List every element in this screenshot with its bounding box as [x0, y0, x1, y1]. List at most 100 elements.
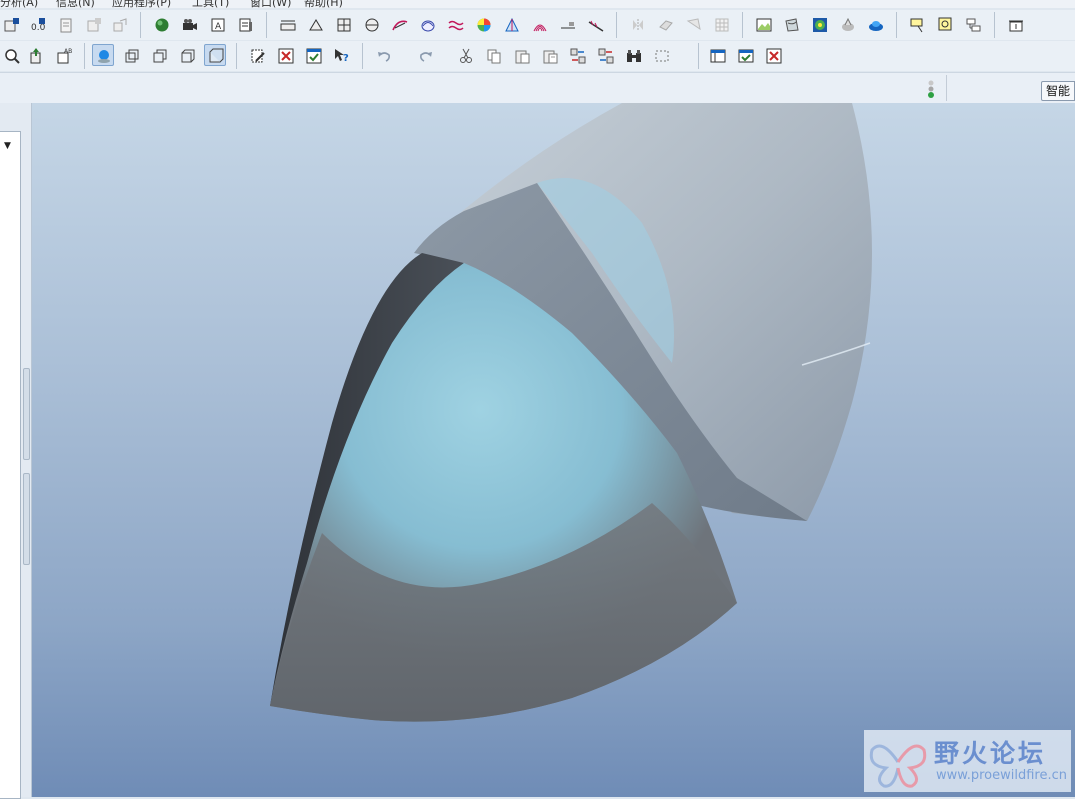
paste-icon	[515, 50, 530, 64]
regenerate-button[interactable]	[0, 13, 22, 35]
delete-button[interactable]	[274, 44, 296, 66]
status-strip: 智能	[0, 72, 1075, 104]
measure-diameter-button[interactable]	[360, 13, 382, 35]
shading-icon	[98, 50, 110, 63]
window-accept-button[interactable]	[734, 44, 756, 66]
measure-length-button[interactable]	[276, 13, 298, 35]
watermark-title: 野火论坛	[934, 739, 1047, 768]
animation-button[interactable]	[178, 13, 200, 35]
measure-area-button[interactable]	[332, 13, 354, 35]
model-properties-button[interactable]	[54, 13, 76, 35]
query-select-button[interactable]	[934, 13, 956, 35]
color-shade-icon	[477, 18, 491, 32]
wireframe-button[interactable]	[120, 44, 142, 66]
context-help-button[interactable]: ?	[330, 44, 352, 66]
close-window-icon	[766, 48, 782, 64]
model-tree-pane[interactable]	[0, 131, 21, 799]
undo-button[interactable]	[372, 44, 394, 66]
no-hidden-button[interactable]	[176, 44, 198, 66]
window-check-icon	[738, 49, 754, 63]
draft-analysis-button[interactable]	[500, 13, 522, 35]
measure-angle-button[interactable]	[304, 13, 326, 35]
undo-icon	[378, 52, 390, 62]
warp-button[interactable]	[808, 13, 830, 35]
saved-views-button[interactable]	[150, 13, 172, 35]
panel-sash-top[interactable]	[23, 368, 30, 460]
select-tree-button[interactable]	[962, 13, 984, 35]
paste-special-button[interactable]	[538, 44, 560, 66]
paste-button[interactable]	[510, 44, 532, 66]
offset-analysis-button[interactable]	[556, 13, 578, 35]
menu-tools[interactable]: 工具(T)	[192, 0, 229, 8]
forum-watermark: 野火论坛 www.proewildfire.cn	[864, 730, 1071, 792]
find-button[interactable]	[622, 44, 644, 66]
menu-applications[interactable]: 应用程序(P)	[112, 0, 171, 8]
mirror-button[interactable]	[626, 13, 648, 35]
shading-button[interactable]	[92, 44, 114, 66]
reflection-button[interactable]	[444, 13, 466, 35]
measure-area-icon	[337, 18, 351, 32]
menu-info[interactable]: 信息(N)	[56, 0, 95, 8]
curve-analysis-icon	[392, 20, 408, 31]
deviation-icon	[588, 20, 604, 32]
zoom-button[interactable]	[0, 44, 22, 66]
hidden-line-button[interactable]	[148, 44, 170, 66]
menu-window[interactable]: 窗口(W)	[250, 0, 291, 8]
deviation-button[interactable]	[584, 13, 606, 35]
insert-mode-button[interactable]	[594, 44, 616, 66]
annotation-button[interactable]: A	[206, 13, 228, 35]
display-list-button[interactable]	[234, 13, 256, 35]
pattern-button[interactable]	[710, 13, 732, 35]
relations-button[interactable]	[82, 13, 104, 35]
butterfly-logo-icon	[869, 744, 927, 788]
insert-mode-icon	[598, 48, 614, 64]
restyle-button[interactable]	[864, 13, 886, 35]
edit-definition-button[interactable]	[246, 44, 268, 66]
orient-icon: AB	[57, 48, 72, 64]
selection-box-button[interactable]	[650, 44, 672, 66]
select-filter-button[interactable]	[906, 13, 928, 35]
menu-help[interactable]: 帮助(H)	[304, 0, 343, 8]
copy-geometry-button[interactable]	[654, 13, 676, 35]
close-window-button[interactable]	[762, 44, 784, 66]
draft-icon	[505, 17, 519, 32]
warp-icon	[813, 18, 827, 32]
regen-manager-button[interactable]: 0.0	[26, 13, 48, 35]
measure-angle-icon	[309, 19, 323, 31]
watermark-url: www.proewildfire.cn	[936, 768, 1067, 783]
chevron-down-icon[interactable]: ▼	[4, 141, 11, 151]
selection-box-icon	[655, 50, 669, 62]
cut-button[interactable]	[454, 44, 476, 66]
svg-text:A: A	[215, 22, 222, 32]
boundary-blend-button[interactable]	[780, 13, 802, 35]
offset-icon	[561, 22, 575, 29]
style-button[interactable]	[752, 13, 774, 35]
help-icon: ?	[335, 49, 349, 64]
accept-button[interactable]	[302, 44, 324, 66]
redo-button[interactable]	[414, 44, 436, 66]
menu-bar: 分析(A) 信息(N) 应用程序(P) 工具(T) 窗口(W) 帮助(H)	[0, 0, 1075, 8]
graphics-viewport[interactable]	[32, 103, 1075, 797]
measure-length-icon	[280, 20, 296, 31]
curvature-button[interactable]	[416, 13, 438, 35]
reorder-button[interactable]	[566, 44, 588, 66]
dihedral-button[interactable]	[528, 13, 550, 35]
curve-analysis-button[interactable]	[388, 13, 410, 35]
parameters-icon	[113, 18, 127, 32]
menu-analysis[interactable]: 分析(A)	[0, 0, 38, 8]
sculpt-icon	[842, 17, 854, 31]
sculpt-button[interactable]	[836, 13, 858, 35]
smart-filter-select[interactable]: 智能	[1040, 81, 1075, 101]
copy-button[interactable]	[482, 44, 504, 66]
query-select-icon	[938, 17, 952, 31]
parameters-button[interactable]	[108, 13, 130, 35]
orient-mode-button[interactable]: AB	[52, 44, 74, 66]
activate-window-button[interactable]	[706, 44, 728, 66]
spin-center-button[interactable]	[24, 44, 46, 66]
panel-sash-bottom[interactable]	[23, 473, 30, 565]
sketch-button[interactable]	[1004, 13, 1026, 35]
shade-curvature-button[interactable]	[472, 13, 494, 35]
magnifier-icon	[5, 49, 20, 64]
shaded-edges-button[interactable]	[204, 44, 226, 66]
trim-button[interactable]	[682, 13, 704, 35]
